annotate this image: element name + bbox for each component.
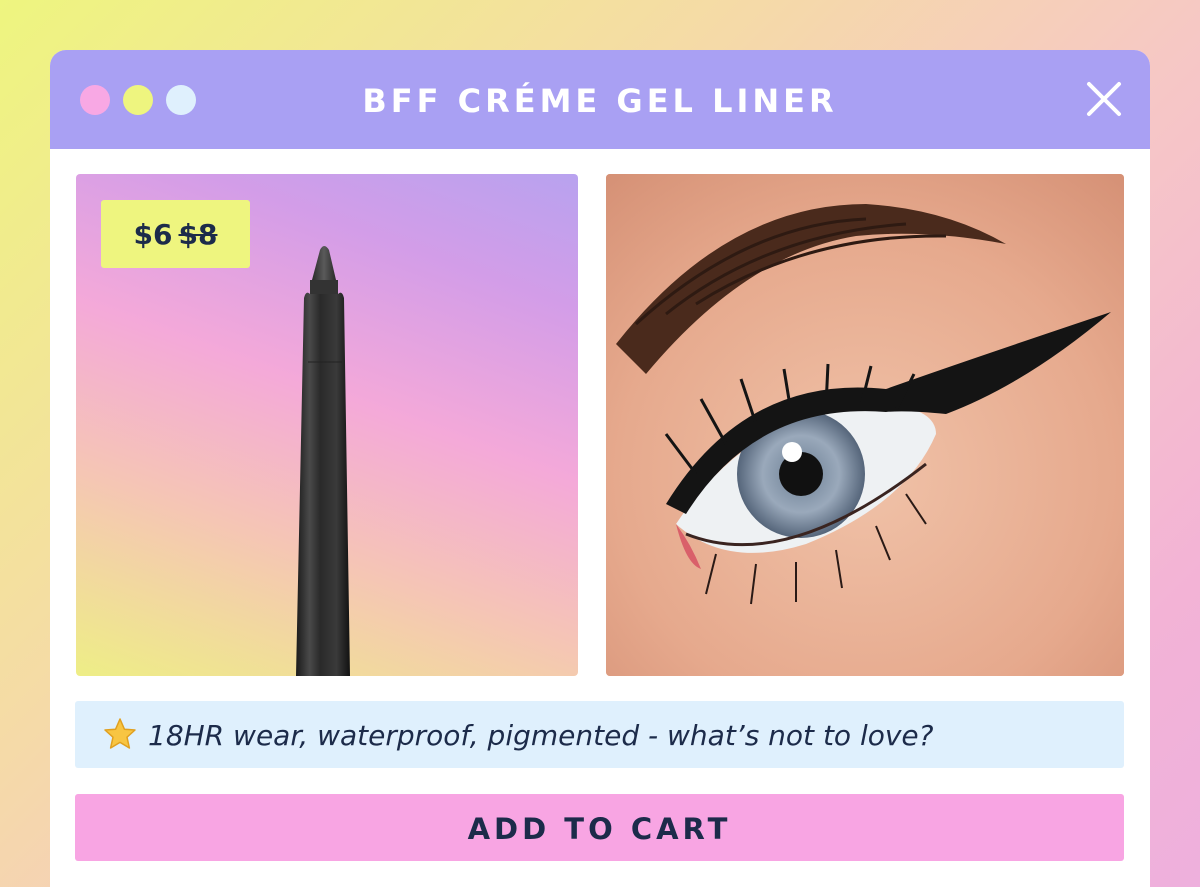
product-popup-window: BFF CRÉME GEL LINER $6 $8 18HR wear, wat… <box>50 50 1150 887</box>
star-icon <box>104 718 136 749</box>
price-badge: $6 $8 <box>101 200 250 268</box>
price-current: $6 <box>133 218 173 251</box>
feature-text: 18HR wear, waterproof, pigmented - what’… <box>148 719 934 752</box>
eyeliner-pencil-icon <box>296 246 350 676</box>
eye-with-winged-liner-icon <box>606 174 1124 676</box>
add-to-cart-button[interactable]: ADD TO CART <box>75 794 1124 861</box>
model-eye-image <box>606 174 1124 676</box>
title-bar: BFF CRÉME GEL LINER <box>50 50 1150 149</box>
close-icon[interactable] <box>1084 79 1124 119</box>
product-image-panel: $6 $8 <box>76 174 578 676</box>
window-title: BFF CRÉME GEL LINER <box>362 82 838 120</box>
price-original: $8 <box>178 218 218 251</box>
feature-banner: 18HR wear, waterproof, pigmented - what’… <box>75 701 1124 768</box>
